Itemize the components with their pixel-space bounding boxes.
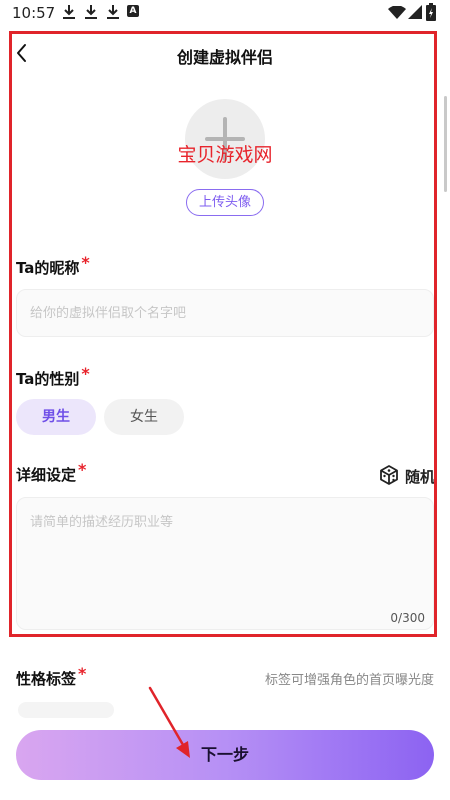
avatar-upload[interactable] — [185, 99, 265, 179]
required-mark: * — [78, 664, 87, 683]
required-mark: * — [78, 460, 87, 479]
dice-icon — [380, 465, 398, 485]
wifi-icon — [388, 6, 406, 19]
tags-hint: 标签可增强角色的首页曝光度 — [264, 673, 434, 688]
nickname-label: Ta的昵称 * — [16, 253, 90, 277]
download-icon — [85, 5, 97, 19]
gender-option-male[interactable]: 男生 — [16, 399, 96, 435]
battery-icon — [426, 3, 436, 21]
signal-icon — [408, 5, 422, 19]
tag-chip[interactable] — [18, 702, 114, 718]
random-button[interactable]: 随机 — [378, 463, 436, 487]
next-button[interactable]: 下一步 — [16, 730, 434, 780]
details-box: 0/300 — [16, 497, 434, 630]
nickname-input[interactable] — [16, 289, 434, 337]
required-mark: * — [81, 364, 90, 383]
upload-avatar-button[interactable]: 上传头像 — [186, 189, 264, 216]
details-label: 详细设定 * — [16, 460, 87, 484]
status-bar: 10:57 A — [0, 0, 450, 28]
status-time: 10:57 — [12, 4, 56, 22]
gender-option-female[interactable]: 女生 — [104, 399, 184, 435]
download-icon — [107, 5, 119, 19]
required-mark: * — [81, 253, 90, 272]
watermark-text: 宝贝游戏网 — [177, 144, 273, 166]
details-textarea[interactable] — [17, 498, 433, 629]
gender-label: Ta的性别 * — [16, 364, 90, 388]
a-icon: A — [127, 5, 139, 17]
download-icon — [63, 5, 75, 19]
char-counter: 0/300 — [390, 611, 425, 625]
page-title: 创建虚拟伴侣 — [176, 48, 273, 67]
random-label: 随机 — [405, 468, 436, 486]
tags-label: 性格标签 * — [16, 664, 87, 688]
